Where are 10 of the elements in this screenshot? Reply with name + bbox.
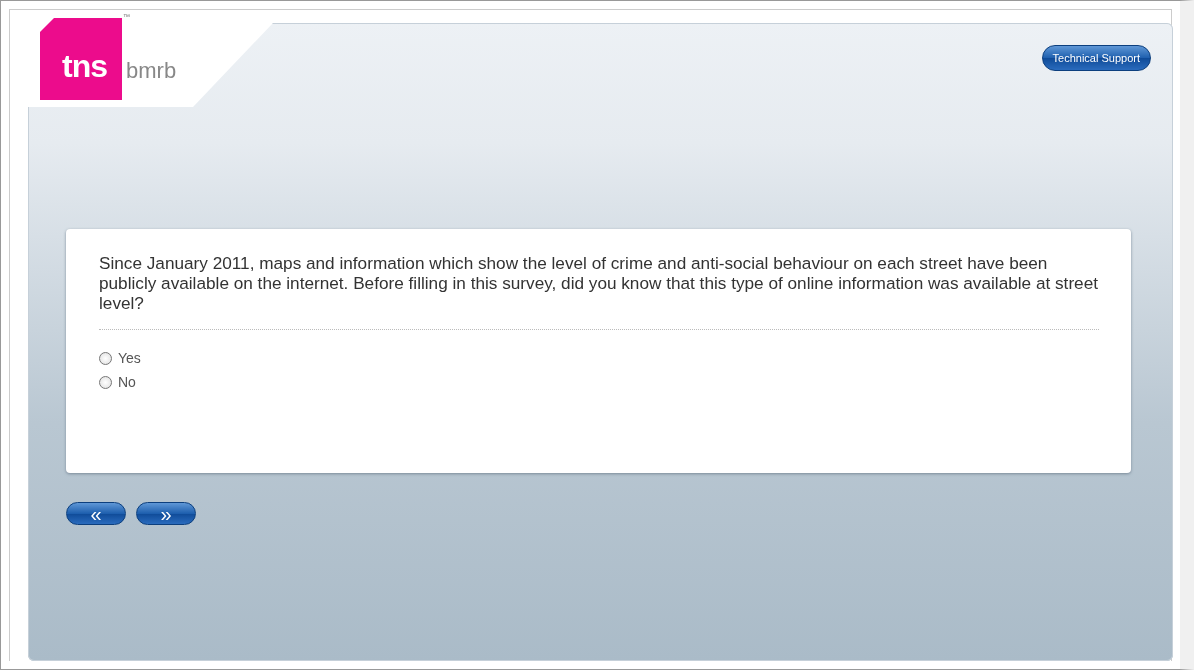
next-button[interactable]: » — [136, 502, 196, 525]
question-text: Since January 2011, maps and information which show the level of crime and anti-social behaviour on each street have been publicly available on the internet. Before filling in this survey, did you know that this type of online information was available at street level? — [99, 253, 1099, 313]
option-label[interactable]: Yes — [118, 350, 141, 366]
logo-word: bmrb — [126, 58, 177, 84]
option-label[interactable]: No — [118, 374, 136, 390]
radio-button[interactable] — [99, 375, 112, 389]
radio-button[interactable] — [99, 351, 112, 365]
logo-mark: tns — [40, 18, 122, 100]
back-button[interactable]: « — [66, 502, 126, 525]
technical-support-button[interactable]: Technical Support — [1041, 45, 1151, 71]
